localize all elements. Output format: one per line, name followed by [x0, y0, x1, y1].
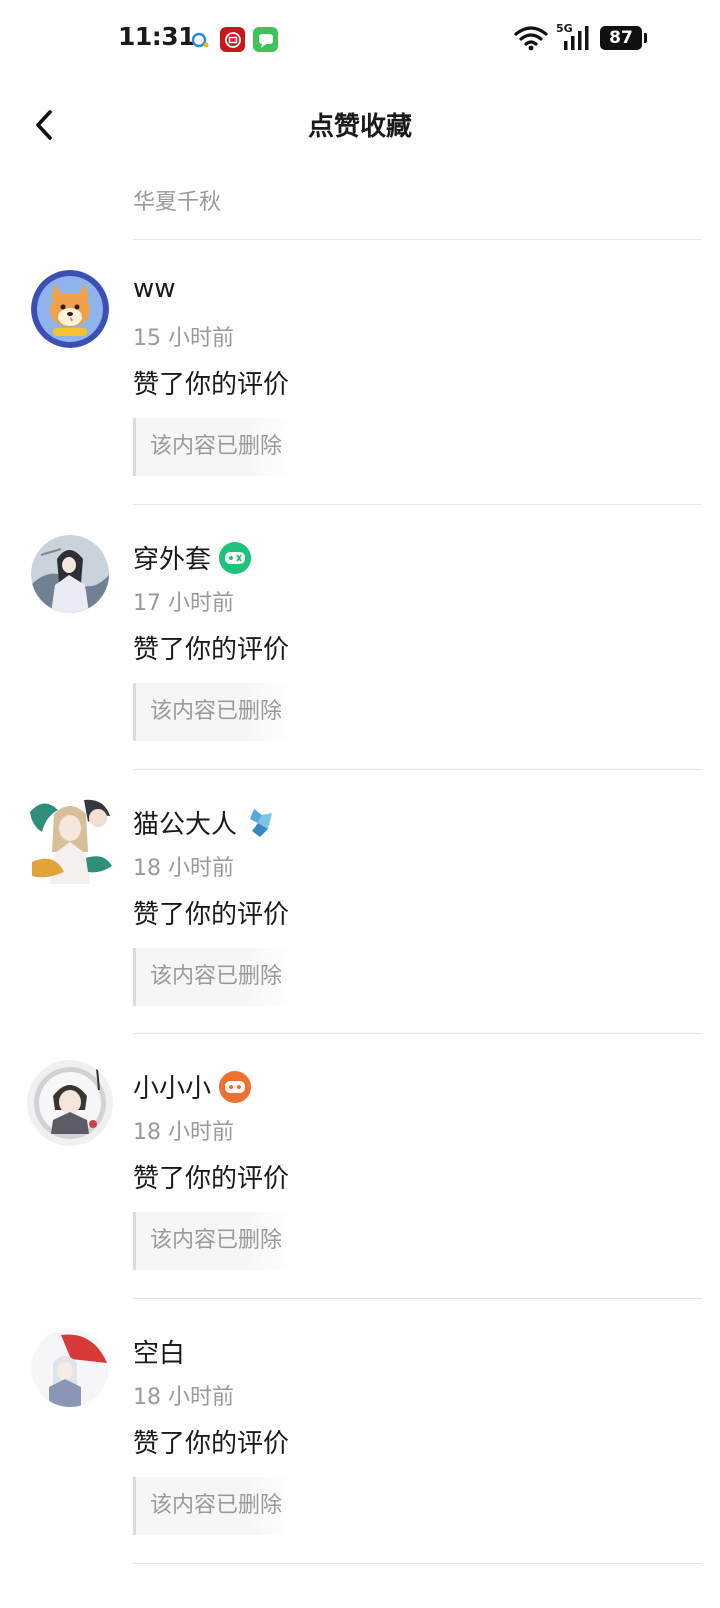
- avatar[interactable]: [31, 535, 109, 613]
- wifi-icon: [514, 26, 548, 51]
- quoted-content[interactable]: 该内容已删除: [133, 683, 293, 741]
- cloud-chat-icon: [187, 27, 212, 52]
- quoted-content[interactable]: 该内容已删除: [133, 1477, 293, 1535]
- bank-app-icon: [220, 27, 245, 52]
- divider: [133, 1563, 702, 1564]
- notification-icons: [187, 27, 278, 52]
- activity-text: 赞了你的评价: [133, 1164, 290, 1194]
- list-item[interactable]: 猫公大人 18 小时前 赞了你的评价 该内容已删除: [0, 770, 720, 1035]
- list-item[interactable]: ww 15 小时前 赞了你的评价 该内容已删除: [0, 240, 720, 505]
- avatar[interactable]: [27, 1060, 113, 1146]
- quoted-content[interactable]: 该内容已删除: [133, 418, 293, 476]
- avatar[interactable]: [24, 792, 116, 884]
- username-text: ww: [133, 274, 176, 304]
- list-item[interactable]: 空白 18 小时前 赞了你的评价 该内容已删除: [0, 1299, 720, 1564]
- timestamp: 17 小时前: [133, 591, 234, 616]
- username-text: 穿外套: [133, 545, 212, 575]
- system-icons: 5G 87: [514, 22, 647, 52]
- avatar[interactable]: [31, 270, 109, 348]
- username[interactable]: 猫公大人: [133, 804, 277, 841]
- username-text: 空白: [133, 1339, 186, 1369]
- blue-crystal-icon: [245, 807, 277, 839]
- avatar[interactable]: [31, 1329, 109, 1407]
- status-time: 11:31: [118, 22, 196, 51]
- green-gamepad-icon: [219, 541, 252, 574]
- messages-icon: [253, 27, 278, 52]
- username[interactable]: 空白: [133, 1333, 185, 1370]
- username[interactable]: ww: [133, 274, 176, 304]
- nav-header: 点赞收藏: [0, 80, 720, 170]
- signal-bars-icon: [564, 26, 589, 50]
- username-text: 猫公大人: [133, 810, 238, 840]
- list-item[interactable]: 小小小 18 小时前 赞了你的评价 该内容已删除: [0, 1034, 720, 1299]
- orange-gamepad-icon: [219, 1070, 252, 1103]
- battery-icon: 87: [600, 26, 647, 50]
- page-title: 点赞收藏: [307, 112, 412, 142]
- timestamp: 18 小时前: [133, 1385, 234, 1410]
- list-item[interactable]: 穿外套 17 小时前 赞了你的评价 该内容已删除: [0, 505, 720, 770]
- timestamp: 15 小时前: [133, 326, 234, 351]
- signal-indicator: 5G: [556, 22, 592, 52]
- activity-text: 赞了你的评价: [133, 370, 290, 400]
- partial-list-item-text: 华夏千秋: [133, 190, 222, 215]
- activity-text: 赞了你的评价: [133, 635, 290, 665]
- activity-text: 赞了你的评价: [133, 900, 290, 930]
- quoted-content[interactable]: 该内容已删除: [133, 1212, 293, 1270]
- status-bar: 11:31 5G 87: [0, 0, 720, 80]
- activity-text: 赞了你的评价: [133, 1429, 290, 1459]
- username[interactable]: 小小小: [133, 1068, 252, 1105]
- username-text: 小小小: [133, 1074, 212, 1104]
- username[interactable]: 穿外套: [133, 539, 252, 576]
- quoted-content[interactable]: 该内容已删除: [133, 948, 293, 1006]
- timestamp: 18 小时前: [133, 856, 234, 881]
- timestamp: 18 小时前: [133, 1120, 234, 1145]
